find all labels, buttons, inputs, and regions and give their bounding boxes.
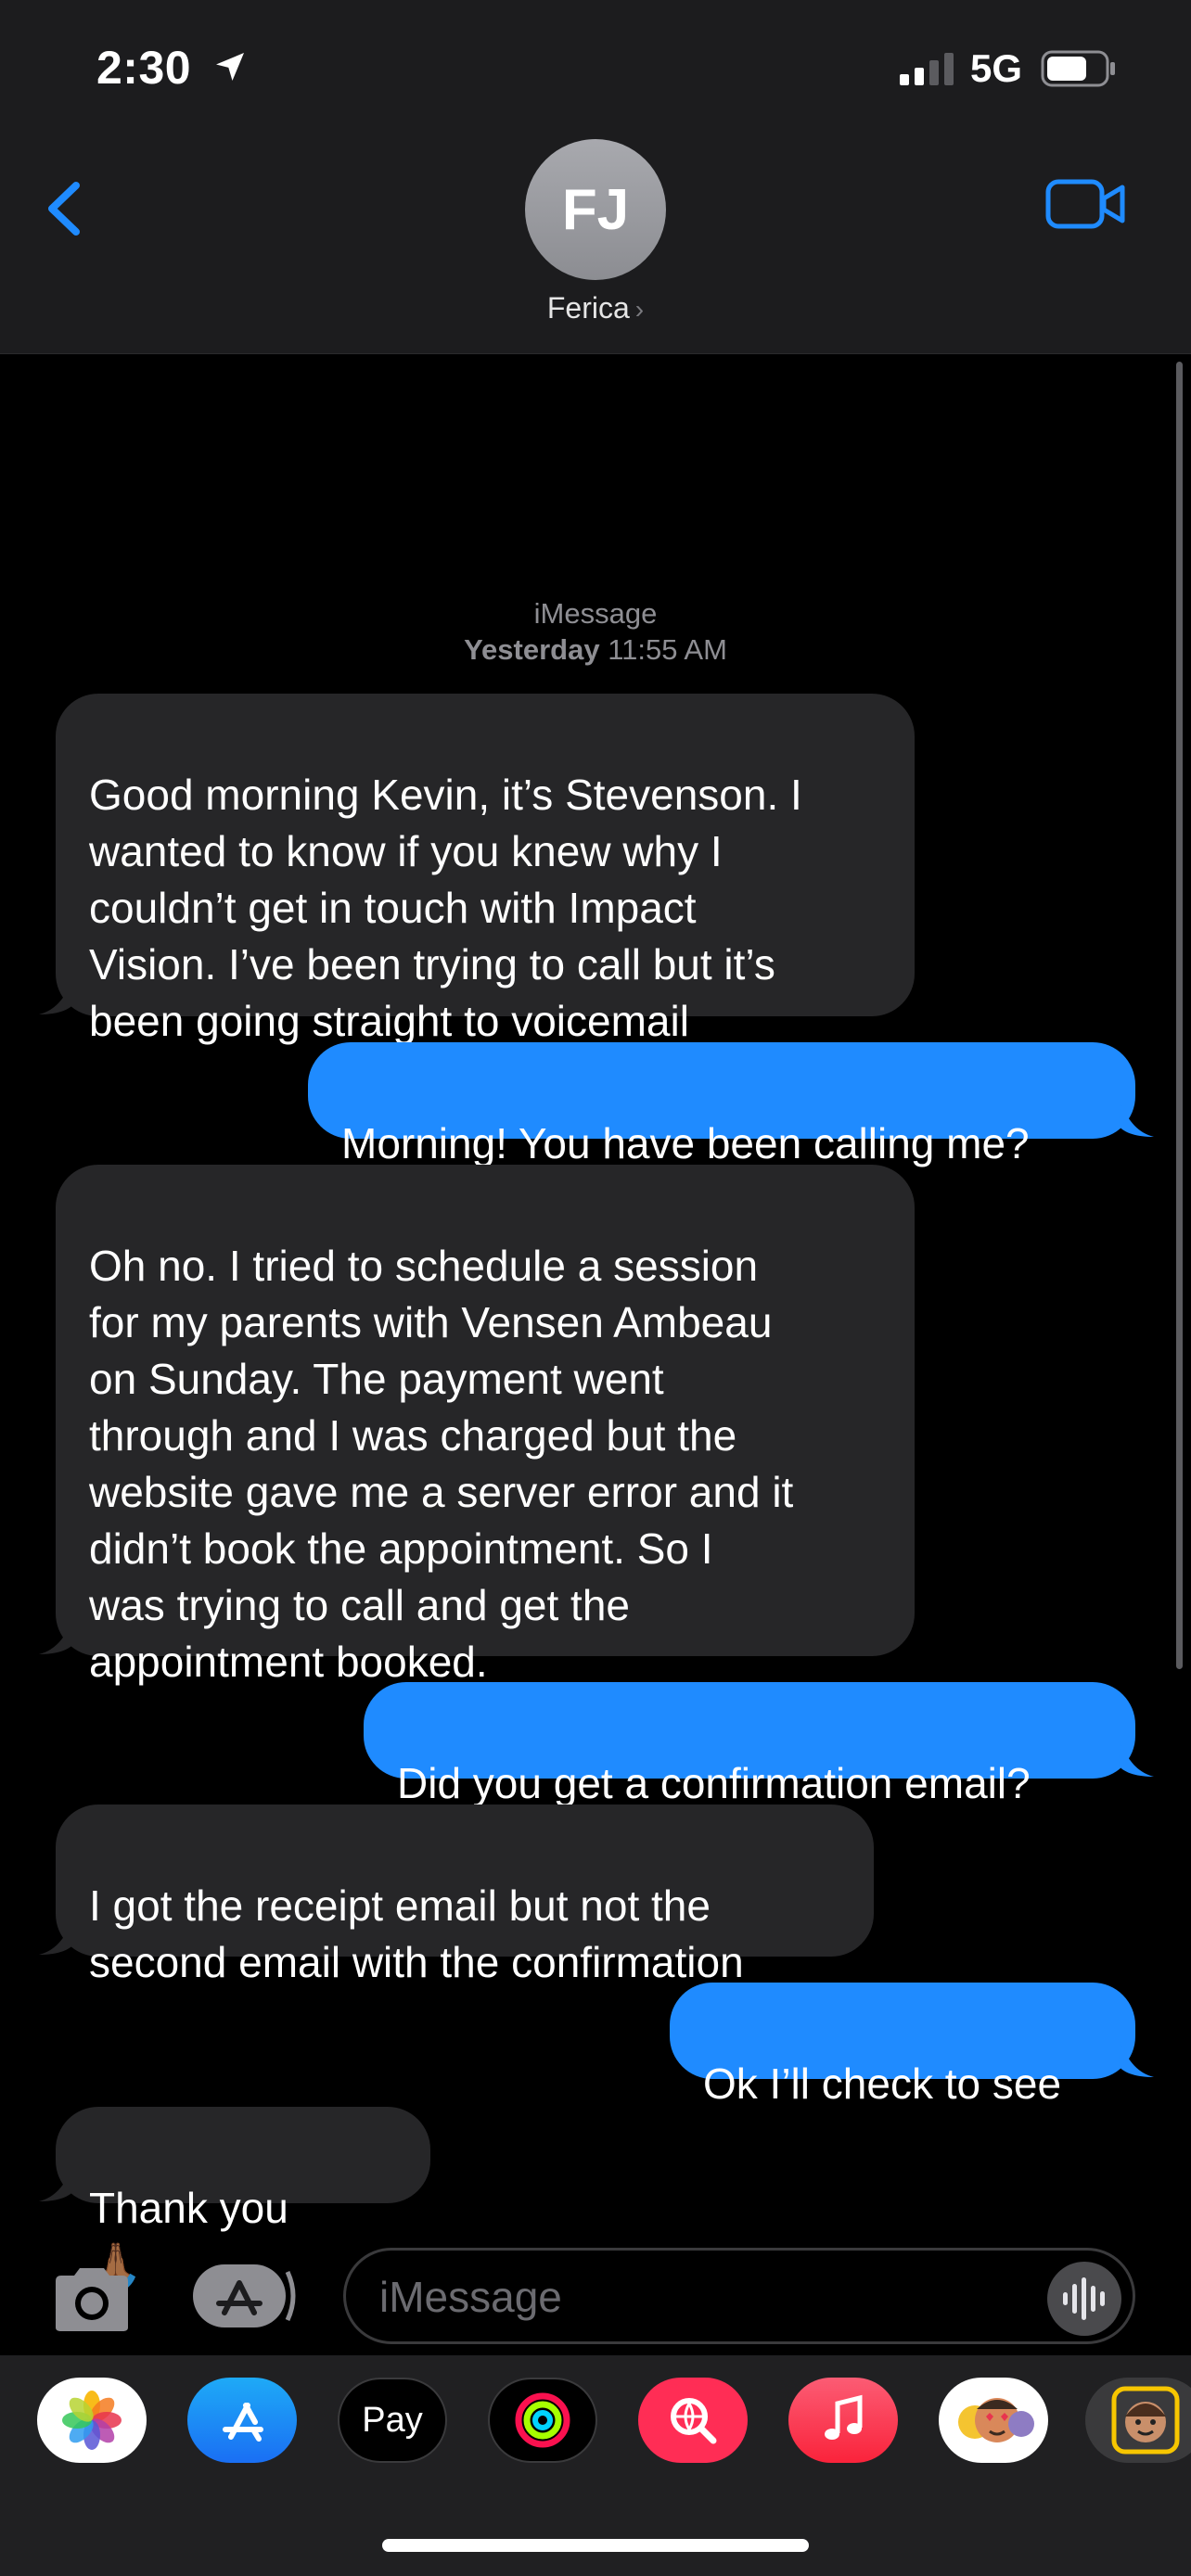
chevron-right-icon: › bbox=[634, 295, 645, 324]
bubble-tail-outgoing bbox=[1119, 2042, 1154, 2077]
message-bubble-outgoing[interactable]: Ok I’ll check to see bbox=[670, 1983, 1135, 2108]
app-store-drawer-button[interactable] bbox=[191, 2259, 297, 2333]
navigation-header: 2:30 5G FJ Ferica › bbox=[0, 0, 1191, 354]
animoji-icon[interactable] bbox=[939, 2378, 1048, 2463]
contact-name-button[interactable]: Ferica › bbox=[0, 291, 1191, 325]
message-bubble-incoming[interactable]: Thank you 🙏🏾 bbox=[56, 2107, 430, 2289]
waveform-icon bbox=[1063, 2277, 1105, 2320]
message-text: Did you get a confirmation email? bbox=[397, 1759, 1031, 1807]
message-text: Good morning Kevin, it’s Stevenson. I wa… bbox=[89, 771, 802, 1045]
message-text: I got the receipt email but not the seco… bbox=[89, 1881, 744, 1986]
location-arrow-icon bbox=[216, 53, 244, 81]
cellular-signal-icon bbox=[900, 53, 954, 85]
bubble-tail-outgoing bbox=[1119, 1741, 1154, 1777]
message-bubble-outgoing[interactable]: Morning! You have been calling me? bbox=[308, 1042, 1135, 1167]
app-store-icon[interactable] bbox=[187, 2378, 297, 2463]
message-input[interactable] bbox=[379, 2267, 992, 2327]
message-text: Ok I’ll check to see bbox=[703, 2060, 1062, 2108]
message-composer[interactable] bbox=[343, 2248, 1135, 2344]
images-search-icon[interactable] bbox=[638, 2378, 748, 2463]
message-text: Oh no. I tried to schedule a session for… bbox=[89, 1242, 794, 1686]
network-type: 5G bbox=[970, 46, 1023, 90]
message-text: Morning! You have been calling me? bbox=[341, 1119, 1030, 1167]
message-bubble-incoming[interactable]: I got the receipt email but not the seco… bbox=[56, 1804, 874, 1986]
memoji-icon[interactable] bbox=[1085, 2378, 1191, 2463]
avatar-initials: FJ bbox=[561, 177, 630, 242]
message-text: Thank you bbox=[89, 2184, 288, 2232]
contact-avatar[interactable]: FJ bbox=[525, 139, 666, 280]
music-icon[interactable] bbox=[788, 2378, 898, 2463]
photos-icon[interactable] bbox=[37, 2378, 147, 2463]
back-chevron-icon[interactable] bbox=[37, 167, 93, 250]
message-bubble-incoming[interactable]: Oh no. I tried to schedule a session for… bbox=[56, 1165, 915, 1686]
apple-pay-icon[interactable]: Pay bbox=[338, 2378, 447, 2463]
bubble-tail-incoming bbox=[39, 2166, 74, 2201]
message-bubble-outgoing[interactable]: Did you get a confirmation email? bbox=[364, 1682, 1135, 1807]
status-time: 2:30 bbox=[96, 42, 192, 94]
facetime-video-icon[interactable] bbox=[1044, 176, 1126, 232]
service-label: iMessage bbox=[533, 597, 658, 630]
home-indicator[interactable] bbox=[382, 2539, 809, 2552]
audio-message-button[interactable] bbox=[1047, 2262, 1121, 2336]
activity-icon[interactable] bbox=[488, 2378, 597, 2463]
message-bubble-incoming[interactable]: Good morning Kevin, it’s Stevenson. I wa… bbox=[56, 694, 915, 1045]
bubble-tail-outgoing bbox=[1119, 1102, 1154, 1137]
scroll-indicator[interactable] bbox=[1176, 362, 1183, 1669]
bubble-tail-incoming bbox=[39, 1919, 74, 1955]
thread-timestamp: Yesterday 11:55 AM bbox=[464, 633, 727, 666]
bubble-tail-incoming bbox=[39, 979, 74, 1014]
camera-icon[interactable] bbox=[50, 2264, 134, 2335]
apple-pay-label: Pay bbox=[362, 2400, 423, 2440]
battery-icon bbox=[1041, 50, 1115, 87]
contact-name: Ferica bbox=[546, 291, 630, 325]
bubble-tail-incoming bbox=[39, 1619, 74, 1654]
